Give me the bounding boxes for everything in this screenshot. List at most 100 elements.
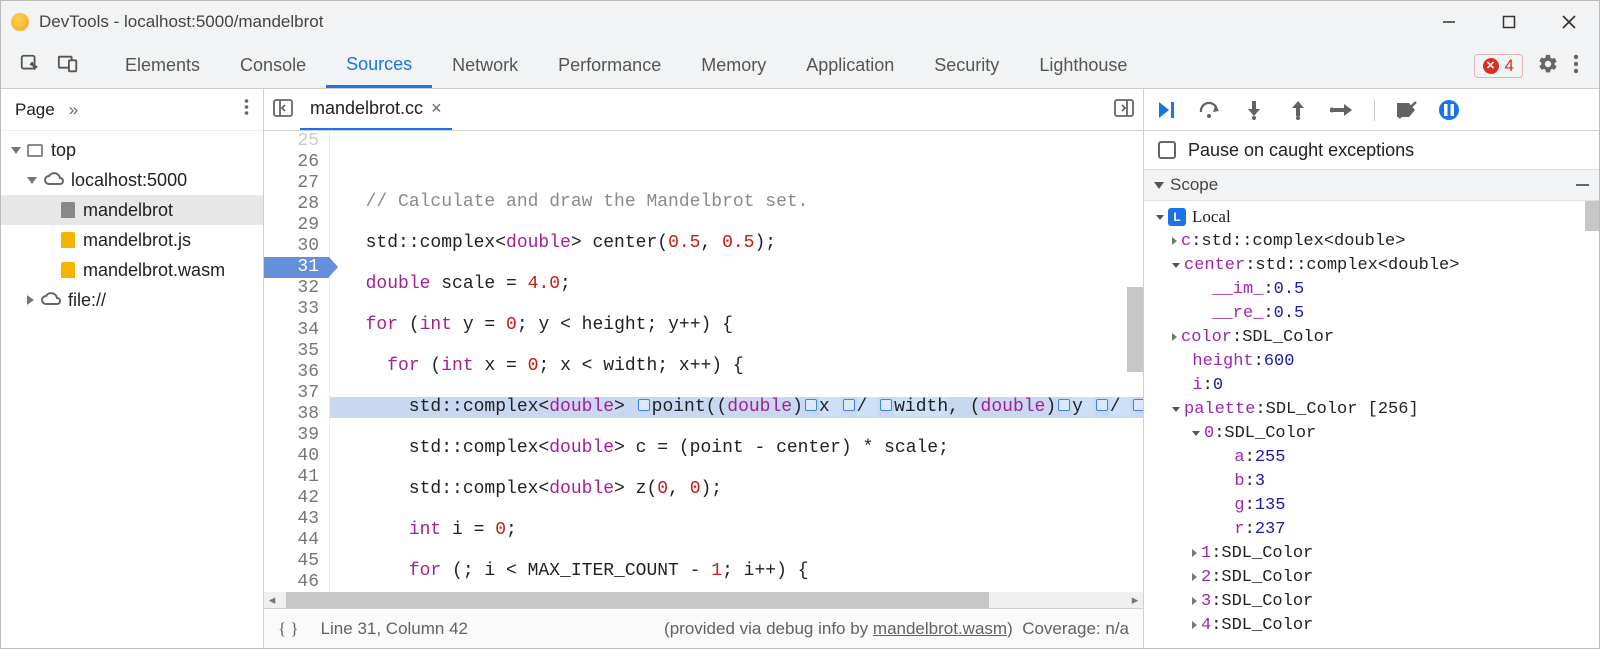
- var-i[interactable]: i: 0: [1144, 373, 1599, 397]
- cloud-icon: [40, 290, 62, 311]
- local-badge-icon: L: [1168, 208, 1186, 226]
- pause-on-caught-label: Pause on caught exceptions: [1188, 140, 1414, 161]
- navigator-menu-icon[interactable]: [244, 98, 249, 121]
- tree-top[interactable]: top: [1, 135, 263, 165]
- cursor-position: Line 31, Column 42: [321, 619, 468, 639]
- toolbar-separator: [1374, 99, 1375, 121]
- var-palette-0-g[interactable]: g: 135: [1144, 493, 1599, 517]
- navigator-sidebar: Page » top localhost:5000 mandelbrot man…: [1, 89, 264, 648]
- close-tab-icon[interactable]: ×: [431, 98, 442, 119]
- js-file-icon: [61, 232, 75, 248]
- device-toggle-icon[interactable]: [57, 53, 79, 78]
- tab-security[interactable]: Security: [914, 43, 1019, 88]
- tab-console[interactable]: Console: [220, 43, 326, 88]
- tree-file-scheme[interactable]: file://: [1, 285, 263, 315]
- var-center[interactable]: center: std::complex<double>: [1144, 253, 1599, 277]
- code-area[interactable]: 2526272829303132333435363738394041424344…: [264, 131, 1143, 592]
- tab-application[interactable]: Application: [786, 43, 914, 88]
- scope-local[interactable]: LLocal: [1144, 205, 1599, 229]
- scope-tree: LLocal c: std::complex<double> center: s…: [1144, 201, 1599, 648]
- var-palette-2[interactable]: 2: SDL_Color: [1144, 565, 1599, 589]
- maximize-button[interactable]: [1489, 7, 1529, 37]
- debugger-panel: Pause on caught exceptions Scope LLocal …: [1144, 89, 1599, 648]
- editor-tabs: mandelbrot.cc ×: [264, 89, 1143, 131]
- error-badge[interactable]: ✕ 4: [1474, 54, 1523, 78]
- var-palette-3[interactable]: 3: SDL_Color: [1144, 589, 1599, 613]
- deactivate-breakpoints-icon[interactable]: [1395, 98, 1419, 122]
- error-count: 4: [1505, 56, 1514, 76]
- resume-icon[interactable]: [1154, 98, 1178, 122]
- tree-file-mandelbrot-js[interactable]: mandelbrot.js: [1, 225, 263, 255]
- tab-performance[interactable]: Performance: [538, 43, 681, 88]
- navigator-head: Page »: [1, 89, 263, 131]
- tab-sources[interactable]: Sources: [326, 43, 432, 88]
- step-into-icon[interactable]: [1242, 98, 1266, 122]
- tab-lighthouse[interactable]: Lighthouse: [1019, 43, 1147, 88]
- editor-tab-mandelbrot-cc[interactable]: mandelbrot.cc ×: [300, 89, 452, 130]
- tab-memory[interactable]: Memory: [681, 43, 786, 88]
- var-palette-0-a[interactable]: a: 255: [1144, 445, 1599, 469]
- var-palette-0-b[interactable]: b: 3: [1144, 469, 1599, 493]
- hscroll-right-icon[interactable]: ▸: [1127, 592, 1143, 608]
- error-icon: ✕: [1483, 58, 1499, 74]
- frame-icon: [27, 144, 43, 157]
- var-center-im[interactable]: __im_: 0.5: [1144, 277, 1599, 301]
- scope-title: Scope: [1170, 175, 1218, 195]
- var-c[interactable]: c: std::complex<double>: [1144, 229, 1599, 253]
- var-palette-4[interactable]: 4: SDL_Color: [1144, 613, 1599, 637]
- hscroll-left-icon[interactable]: ◂: [264, 592, 280, 608]
- devtools-window: DevTools - localhost:5000/mandelbrot Ele…: [0, 0, 1600, 649]
- settings-icon[interactable]: [1537, 53, 1559, 78]
- step-out-icon[interactable]: [1286, 98, 1310, 122]
- var-palette[interactable]: palette: SDL_Color [256]: [1144, 397, 1599, 421]
- var-center-re[interactable]: __re_: 0.5: [1144, 301, 1599, 325]
- inspect-element-icon[interactable]: [19, 53, 41, 78]
- debug-info-link[interactable]: mandelbrot.wasm: [873, 619, 1007, 638]
- tab-elements[interactable]: Elements: [105, 43, 220, 88]
- step-icon[interactable]: [1330, 98, 1354, 122]
- panel-tabs: Elements Console Sources Network Perform…: [1, 43, 1599, 89]
- editor-tab-label: mandelbrot.cc: [310, 98, 423, 119]
- line-gutter: 2526272829303132333435363738394041424344…: [264, 131, 330, 592]
- hscroll-thumb[interactable]: [286, 592, 989, 608]
- minimize-button[interactable]: [1429, 7, 1469, 37]
- coverage-status: Coverage: n/a: [1022, 619, 1129, 638]
- pause-on-caught-checkbox[interactable]: [1158, 141, 1176, 159]
- window-title: DevTools - localhost:5000/mandelbrot: [39, 12, 323, 32]
- tree-host[interactable]: localhost:5000: [1, 165, 263, 195]
- editor-hscroll[interactable]: ◂ ▸: [264, 592, 1143, 608]
- scope-vscroll-thumb[interactable]: [1585, 201, 1599, 231]
- var-palette-0-r[interactable]: r: 237: [1144, 517, 1599, 541]
- collapse-icon[interactable]: [1576, 184, 1589, 186]
- navigator-head-label: Page: [15, 100, 55, 120]
- cloud-icon: [43, 170, 65, 191]
- step-over-icon[interactable]: [1198, 98, 1222, 122]
- var-color[interactable]: color: SDL_Color: [1144, 325, 1599, 349]
- code-content: // Calculate and draw the Mandelbrot set…: [330, 131, 1143, 592]
- debugger-toolbar: [1144, 89, 1599, 131]
- wasm-file-icon: [61, 262, 75, 278]
- editor-statusbar: { } Line 31, Column 42 (provided via deb…: [264, 608, 1143, 648]
- var-height[interactable]: height: 600: [1144, 349, 1599, 373]
- more-icon[interactable]: [1573, 53, 1579, 78]
- tab-network[interactable]: Network: [432, 43, 538, 88]
- navigator-more-tabs-icon[interactable]: »: [69, 100, 78, 120]
- titlebar: DevTools - localhost:5000/mandelbrot: [1, 1, 1599, 43]
- scope-section[interactable]: Scope: [1144, 169, 1599, 201]
- pause-on-exceptions-icon[interactable]: [1439, 100, 1459, 120]
- pause-on-caught-row[interactable]: Pause on caught exceptions: [1144, 131, 1599, 169]
- show-debugger-icon[interactable]: [1113, 97, 1135, 122]
- window-controls: [1429, 7, 1589, 37]
- file-icon: [61, 202, 75, 218]
- pretty-print-icon[interactable]: { }: [278, 619, 299, 639]
- editor-vscroll-thumb[interactable]: [1127, 287, 1143, 372]
- tree-file-mandelbrot[interactable]: mandelbrot: [1, 195, 263, 225]
- close-button[interactable]: [1549, 7, 1589, 37]
- file-tree: top localhost:5000 mandelbrot mandelbrot…: [1, 131, 263, 648]
- show-navigator-icon[interactable]: [272, 97, 294, 122]
- devtools-icon: [11, 13, 29, 31]
- editor: mandelbrot.cc × 252627282930313233343536…: [264, 89, 1144, 648]
- tree-file-mandelbrot-wasm[interactable]: mandelbrot.wasm: [1, 255, 263, 285]
- var-palette-1[interactable]: 1: SDL_Color: [1144, 541, 1599, 565]
- var-palette-0[interactable]: 0: SDL_Color: [1144, 421, 1599, 445]
